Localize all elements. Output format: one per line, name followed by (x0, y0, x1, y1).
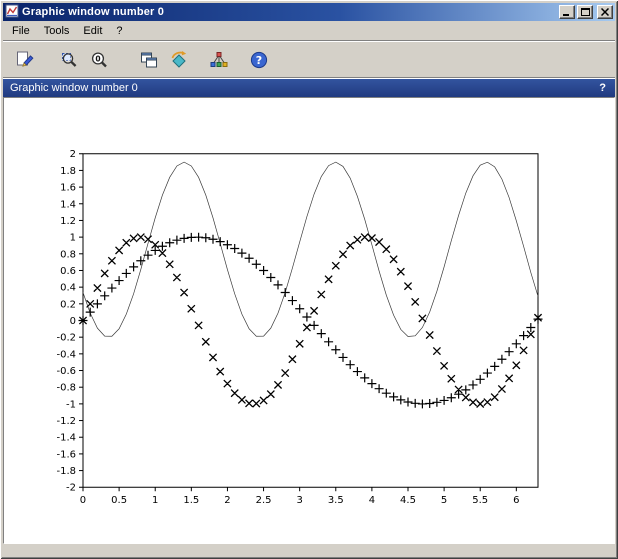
y-tick-label: -1.4 (57, 433, 76, 444)
x-tick-label: 6 (513, 495, 519, 506)
y-tick-label: 0.2 (60, 299, 76, 310)
menubar: File Tools Edit ? (3, 21, 615, 41)
x-tick-label: 0.5 (111, 495, 127, 506)
y-tick-label: -0.2 (57, 333, 76, 344)
graphic-window: Graphic window number 0 File Tools Edit … (0, 0, 618, 559)
minimize-button[interactable] (559, 5, 575, 19)
menu-file[interactable]: File (5, 22, 37, 40)
help-icon: ? (249, 50, 269, 70)
y-tick-label: -2 (66, 483, 76, 494)
y-tick-label: 1.2 (60, 216, 76, 227)
x-tick-label: 4.5 (400, 495, 416, 506)
x-tick-label: 0 (80, 495, 86, 506)
y-tick-label: -1.6 (57, 449, 76, 460)
rotate-3d-icon (169, 50, 189, 70)
figure-title: Graphic window number 0 (10, 82, 138, 94)
x-tick-label: 3 (296, 495, 302, 506)
copy-figure-button[interactable] (135, 46, 163, 74)
y-tick-label: 0 (70, 316, 76, 327)
status-strip (3, 544, 615, 556)
copy-figure-icon (139, 50, 159, 70)
x-tick-label: 5.5 (472, 495, 488, 506)
menu-help[interactable]: ? (109, 22, 129, 40)
maximize-button[interactable] (577, 5, 593, 19)
x-tick-label: 1.5 (183, 495, 199, 506)
rotate-3d-button[interactable] (165, 46, 193, 74)
window-title: Graphic window number 0 (22, 6, 556, 18)
x-tick-label: 1 (152, 495, 158, 506)
y-tick-label: 1.8 (60, 166, 76, 177)
y-tick-label: 0.6 (60, 266, 76, 277)
y-tick-label: 1.4 (60, 199, 76, 210)
y-tick-label: 0.4 (60, 283, 76, 294)
zoom-area-button[interactable] (55, 46, 83, 74)
x-tick-label: 3.5 (328, 495, 344, 506)
plot-canvas[interactable]: 0 0.5 1 1.5 2 2.5 3 3.5 4 4.5 5 5.5 6 2 1.8 1.6 1.4 1.2 1 0… (3, 97, 615, 544)
window-controls (559, 5, 613, 19)
cross-markers-sin-2x (79, 234, 541, 408)
close-button[interactable] (597, 5, 613, 19)
graphic-editor-icon (209, 50, 229, 70)
x-tick-label: 5 (441, 495, 447, 506)
unzoom-icon: 0 (89, 50, 109, 70)
axes-box (83, 154, 538, 488)
thin-sine-line (83, 162, 538, 336)
help-button[interactable]: ? (245, 46, 273, 74)
y-tick-label: 1 (70, 233, 76, 244)
y-tick-label: -0.8 (57, 383, 76, 394)
x-tick-label: 2 (224, 495, 230, 506)
menu-tools[interactable]: Tools (37, 22, 77, 40)
y-tick-label: 0.8 (60, 249, 76, 260)
app-icon (5, 4, 19, 21)
titlebar: Graphic window number 0 (3, 3, 615, 21)
y-tick-label: 1.6 (60, 183, 76, 194)
unzoom-button[interactable]: 0 (85, 46, 113, 74)
y-tick-label: -0.4 (57, 349, 76, 360)
pen-icon (15, 50, 35, 70)
y-tick-label: -0.6 (57, 366, 76, 377)
svg-text:?: ? (256, 53, 262, 66)
toolbar: 0 (3, 41, 615, 78)
y-tick-label: -1.2 (57, 416, 76, 427)
plus-markers-sin-x (79, 233, 543, 409)
zoom-area-icon (59, 50, 79, 70)
figure-infobar: Graphic window number 0 ? (3, 78, 615, 97)
infobar-help-button[interactable]: ? (597, 82, 608, 94)
chart-svg: 0 0.5 1 1.5 2 2.5 3 3.5 4 4.5 5 5.5 6 2 1.8 1.6 1.4 1.2 1 0… (4, 98, 614, 543)
y-tick-label: -1.8 (57, 466, 76, 477)
x-tick-label: 4 (369, 495, 375, 506)
x-tick-label: 2.5 (256, 495, 272, 506)
svg-text:0: 0 (95, 54, 100, 63)
y-tick-label: 2 (70, 149, 76, 160)
menu-edit[interactable]: Edit (76, 22, 109, 40)
pen-button[interactable] (11, 46, 39, 74)
graphic-editor-button[interactable] (205, 46, 233, 74)
y-tick-label: -1 (66, 399, 76, 410)
